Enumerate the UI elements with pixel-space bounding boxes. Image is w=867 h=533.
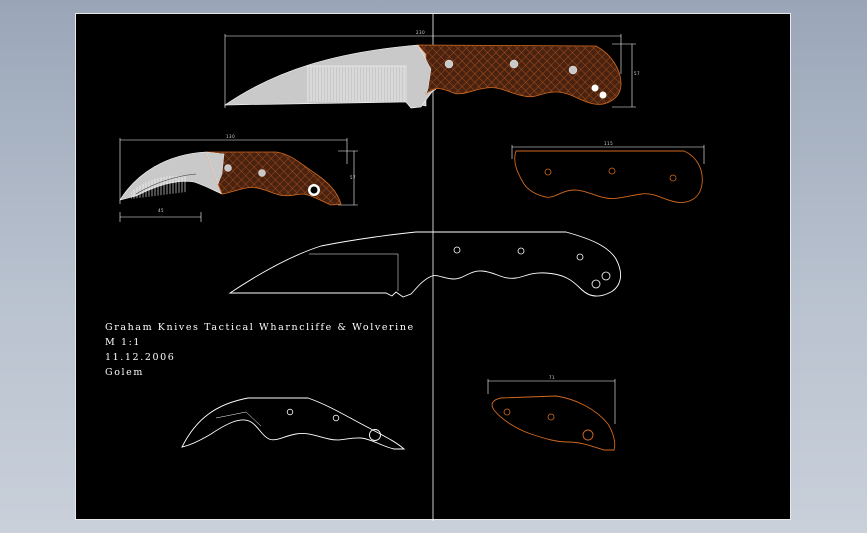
- dim-top-height: 57: [634, 71, 640, 76]
- dim-claw-length: 130: [226, 134, 235, 139]
- drawing-date: 11.12.2006: [105, 352, 176, 363]
- drawing-sheet: 230 57 130 57 45 115 71 Graham Knives Ta…: [75, 13, 791, 521]
- top-knife-view: 230 57: [224, 30, 640, 109]
- scale-bottom-right: 71: [487, 375, 616, 451]
- dim-right-top: 115: [604, 141, 613, 146]
- bottom-claw-outline: [181, 397, 406, 450]
- dim-top-length: 230: [416, 30, 425, 35]
- dim-claw-edge: 45: [158, 208, 164, 213]
- drawing-author: Golem: [105, 367, 144, 378]
- dim-claw-height: 57: [350, 175, 356, 180]
- scale-top-right: 115: [511, 141, 705, 203]
- center-knife-outline: [228, 231, 622, 298]
- claw-knife-view: 130 57 45: [119, 134, 358, 222]
- dim-right-bottom: 71: [549, 375, 555, 380]
- cad-drawing: 230 57 130 57 45 115 71: [119, 14, 705, 521]
- drawing-scale: M 1:1: [105, 337, 142, 348]
- title-block: Graham Knives Tactical Wharncliffe & Wol…: [105, 320, 415, 380]
- drawing-title: Graham Knives Tactical Wharncliffe & Wol…: [105, 322, 415, 333]
